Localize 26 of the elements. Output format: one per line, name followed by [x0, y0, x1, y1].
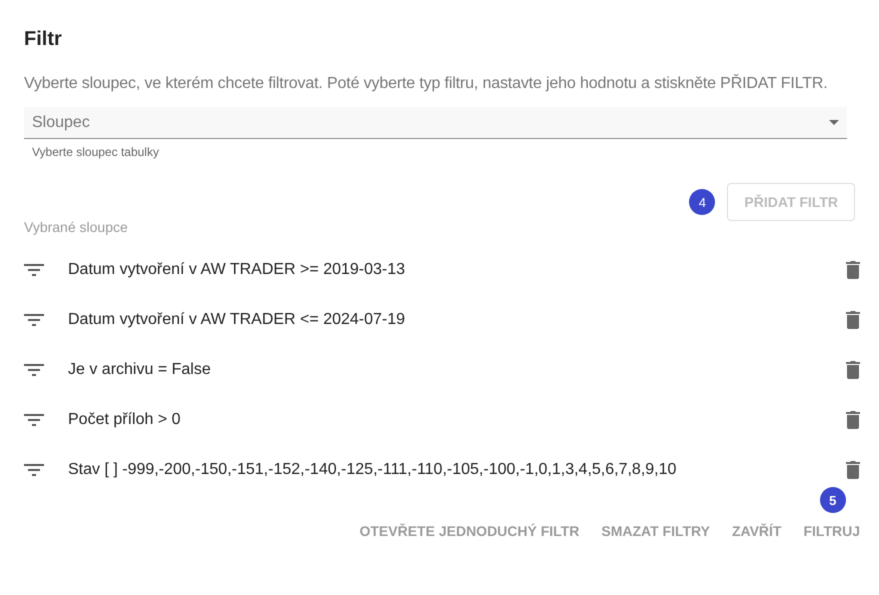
trash-icon [846, 311, 860, 329]
filter-text: Počet příloh > 0 [68, 411, 182, 429]
section-label: Vybrané sloupce [24, 219, 129, 235]
footer-button[interactable]: OTEVŘETE JEDNODUCHÝ FILTR [348, 515, 590, 547]
helper-text: Vyberte sloupec tabulky [32, 145, 160, 159]
filter-text: Datum vytvoření v AW TRADER >= 2019-03-13 [68, 261, 406, 279]
trash-icon [846, 261, 860, 279]
filter-icon [24, 464, 44, 476]
description-text: Vyberte sloupec, ve kterém chcete filtrovat. Poté vyberte typ filtru, nastavte jeho hodnotu a stiskněte PŘIDAT FILTR. [24, 75, 829, 93]
filter-icon [24, 364, 44, 376]
footer-button[interactable]: ZAVŘÍT [720, 515, 792, 547]
filter-icon [24, 314, 44, 326]
trash-icon [846, 361, 860, 379]
step-badge: 4 [689, 189, 716, 215]
filter-icon [24, 264, 44, 276]
filter-text: Stav [ ] -999,-200,-150,-151,-152,-140,-125,-111,-110,-105,-100,-1,0,1,3,4,5,6,7,8,9,10 [68, 461, 678, 479]
dropdown-arrow-icon [829, 120, 839, 125]
filter-text: Datum vytvoření v AW TRADER <= 2024-07-19 [68, 311, 406, 329]
trash-icon [846, 461, 860, 479]
dialog-title: Filtr [24, 28, 63, 51]
filter-icon [24, 414, 44, 426]
trash-icon [846, 411, 860, 429]
step-badge: 5 [820, 487, 846, 513]
footer-button[interactable]: SMAZAT FILTRY [590, 515, 721, 547]
column-select[interactable]: Sloupec [24, 107, 847, 139]
filter-text: Je v archivu = False [68, 361, 212, 379]
